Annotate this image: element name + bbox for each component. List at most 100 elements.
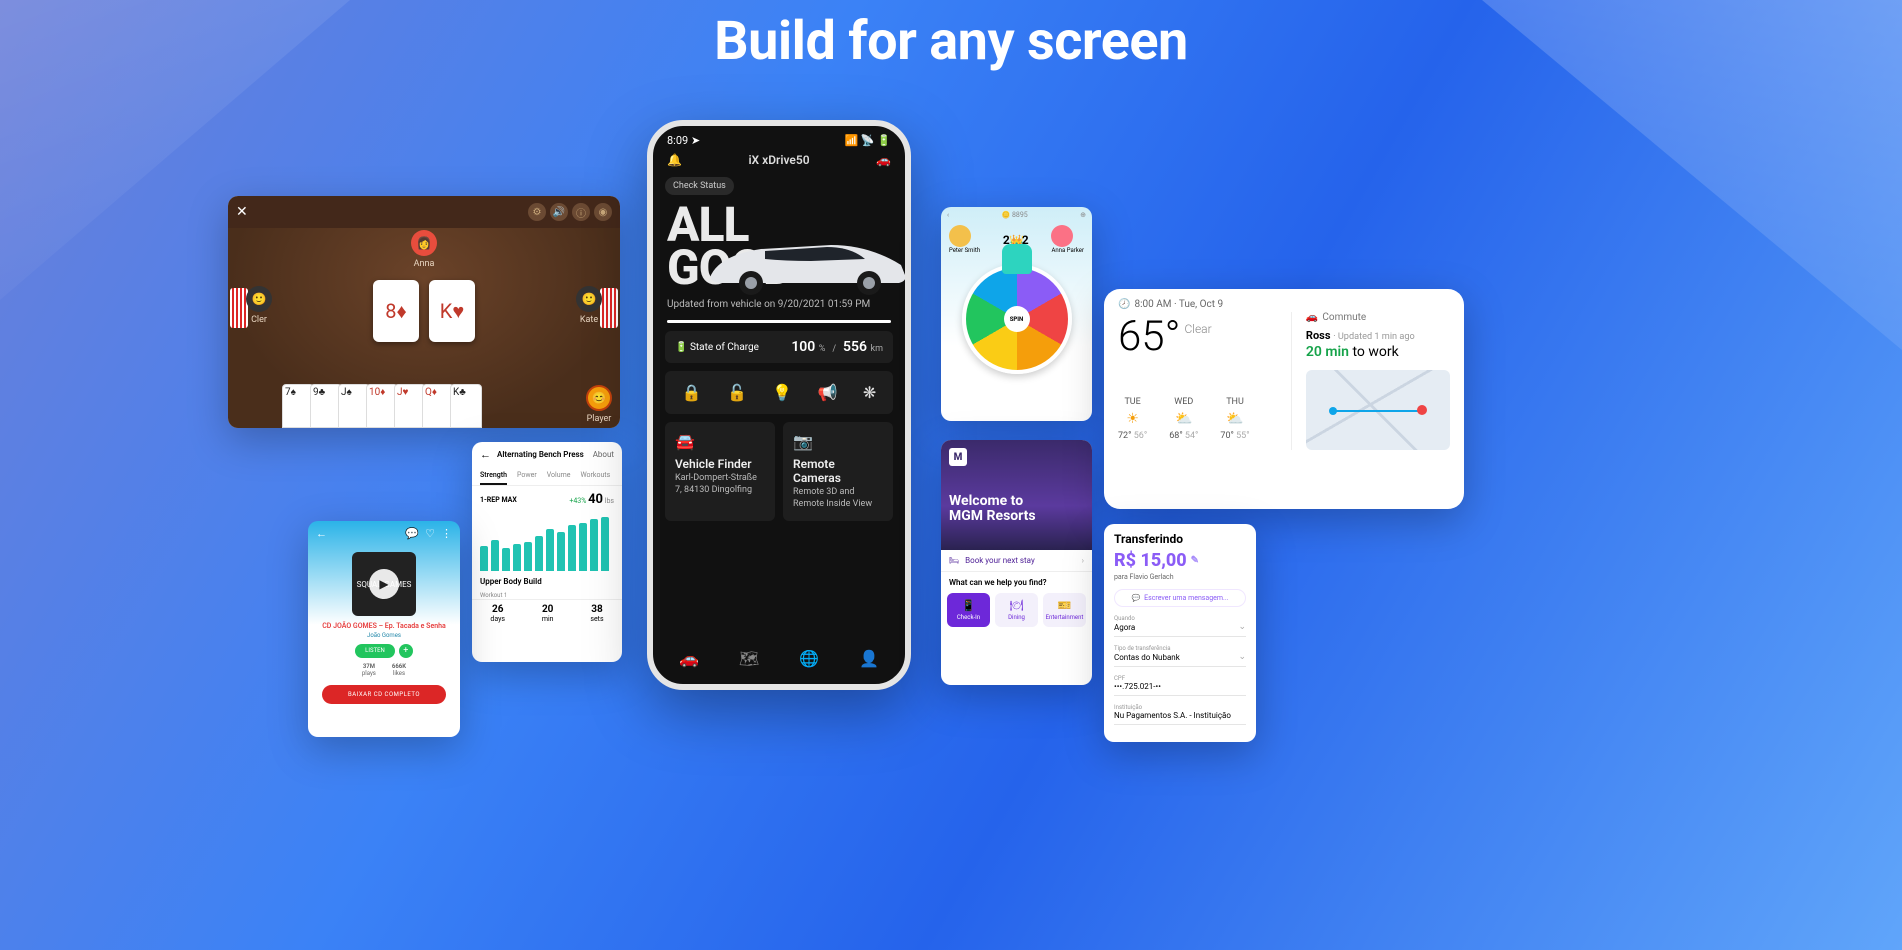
avatar [949, 225, 971, 247]
door-icon: 📱 [949, 599, 988, 612]
dining-icon: 🍽 [997, 599, 1036, 612]
stat-label: plays [362, 670, 376, 677]
player-name: Anna [411, 259, 437, 269]
clock-icon: 🕗 [1118, 299, 1130, 310]
chart-bar [601, 517, 609, 571]
back-icon[interactable]: ← [316, 527, 327, 540]
transfer-field[interactable]: QuandoAgora⌄ [1114, 615, 1246, 637]
hero: ALL GOOD [653, 199, 905, 293]
gear-icon[interactable]: ⚙ [528, 203, 546, 221]
track-title: CD JOÃO GOMES – Ep. Tacada e Senha [308, 620, 460, 632]
tab-power[interactable]: Power [517, 467, 537, 485]
player-hand[interactable]: 7♠ 9♣ J♠ 10♦ J♥ Q♦ K♣ [282, 384, 478, 428]
bmw-phone: 8:09 ➤ 📶 📡 🔋 🔔 iX xDrive50 🚗 Check Statu… [647, 120, 911, 690]
commute-label: Commute [1322, 312, 1366, 323]
download-button[interactable]: BAIXAR CD COMPLETO [322, 685, 446, 704]
field-label: Tipo de transferência [1114, 645, 1246, 652]
more-icon[interactable]: ⋮ [441, 527, 452, 540]
avatar: 😊 [586, 385, 612, 411]
chat-icon: 💬 [1131, 594, 1140, 602]
vehicle-finder-tile[interactable]: 🚘 Vehicle Finder Karl-Dompert-Straße 7, … [665, 422, 775, 520]
book-stay-row[interactable]: 🛏 Book your next stay › [941, 550, 1092, 572]
field-label: Quando [1114, 615, 1246, 622]
close-icon[interactable]: ✕ [236, 204, 248, 220]
center-cards: 8♦ K♥ [373, 280, 475, 342]
transfer-field[interactable]: Tipo de transferênciaContas do Nubank⌄ [1114, 645, 1246, 667]
hand-card[interactable]: K♣ [450, 384, 482, 428]
field-label: Instituição [1114, 704, 1246, 711]
tile-title: Remote Cameras [793, 457, 883, 485]
transfer-title: Transferindo [1114, 532, 1246, 546]
about-link[interactable]: About [593, 450, 614, 459]
message-input[interactable]: 💬Escrever uma mensagem... [1114, 589, 1246, 607]
temperature: 65° [1118, 312, 1180, 361]
chip-dining[interactable]: 🍽Dining [995, 593, 1038, 627]
welcome-line2: MGM Resorts [949, 508, 1036, 524]
info-icon[interactable]: ⓘ [572, 203, 590, 221]
status-icons: 📶 📡 🔋 [844, 134, 891, 147]
coin-icon: 🪙 [1002, 211, 1011, 219]
car-image [701, 225, 911, 297]
profile-icon[interactable]: 👤 [859, 649, 879, 668]
back-icon[interactable]: ‹ [947, 211, 949, 219]
chart-bar [535, 536, 543, 571]
location-icon: ➤ [691, 134, 700, 147]
stat-value: 20 [542, 604, 554, 615]
player-top: 👩 Anna [411, 230, 437, 269]
chat-icon[interactable]: 💬 [405, 527, 419, 540]
player-name: Kate [576, 315, 602, 325]
menu-icon[interactable]: ⊕ [1080, 211, 1086, 219]
fan-icon[interactable]: ❋ [863, 383, 876, 402]
heart-icon[interactable]: ♡ [425, 527, 435, 540]
commute-map[interactable] [1306, 370, 1450, 450]
avatar [1051, 225, 1073, 247]
player-me: 😊 Player [586, 385, 612, 424]
play-icon[interactable]: ▶ [369, 569, 399, 599]
unlock-icon[interactable]: 🔓 [727, 383, 747, 402]
stat-label: min [542, 615, 554, 623]
map-icon[interactable]: 🗺 [739, 649, 759, 668]
listen-button[interactable]: LISTEN [355, 644, 395, 658]
chevron-right-icon: › [1082, 556, 1084, 565]
globe-icon[interactable]: 🌐 [799, 649, 819, 668]
volume-icon[interactable]: 🔊 [550, 203, 568, 221]
status-time: 8:09 [667, 134, 688, 147]
check-status-chip[interactable]: Check Status [665, 177, 734, 195]
album-cover[interactable]: SQUAD GAMES ▶ [352, 552, 416, 616]
weather-panel: 65° Clear TUE☀72° 56° WED⛅68° 54° THU⛅70… [1118, 312, 1291, 450]
state-of-charge-card[interactable]: 🔋 State of Charge 100 % / 556 km [665, 331, 893, 363]
player-name: Player [586, 414, 612, 424]
chart-bar [546, 529, 554, 571]
eye-icon[interactable]: ◉ [594, 203, 612, 221]
add-button[interactable]: + [399, 644, 413, 658]
tab-volume[interactable]: Volume [547, 467, 571, 485]
car-outline-icon[interactable]: 🚗 [876, 153, 891, 167]
statusbar: 8:09 ➤ 📶 📡 🔋 [653, 126, 905, 147]
chip-entertainment[interactable]: 🎫Entertainment [1043, 593, 1086, 627]
player-name: Cler [246, 315, 272, 325]
eta-rest: to work [1349, 344, 1399, 360]
tile-sub: Karl-Dompert-Straße 7, 84130 Dingolfing [675, 473, 765, 496]
edit-icon[interactable]: ✎ [1191, 555, 1199, 566]
bell-icon[interactable]: 🔔 [667, 153, 682, 167]
transfer-field: CPF•••.725.021-•• [1114, 675, 1246, 696]
remote-cameras-tile[interactable]: 📷 Remote Cameras Remote 3D and Remote In… [783, 422, 893, 520]
cardgame-screen: ✕ ⚙ 🔊 ⓘ ◉ 👩 Anna 🙂 Cler 🙂 Kate 8♦ K♥ 7♠ … [228, 196, 620, 428]
soc-pct: 100 [791, 339, 815, 355]
tab-workouts[interactable]: Workouts [580, 467, 610, 485]
lock-icon[interactable]: 🔒 [682, 383, 702, 402]
tile-title: Vehicle Finder [675, 457, 765, 471]
cardgame-table: 👩 Anna 🙂 Cler 🙂 Kate 8♦ K♥ 7♠ 9♣ J♠ 10♦ … [228, 228, 620, 428]
exercise-title: Alternating Bench Press [497, 450, 584, 459]
headlight-icon[interactable]: 💡 [772, 383, 792, 402]
spin-button[interactable]: SPIN [1004, 306, 1030, 332]
tab-strength[interactable]: Strength [480, 467, 507, 485]
chip-checkin[interactable]: 📱Check-In [947, 593, 990, 627]
stat-label: likes [393, 670, 405, 677]
car-icon[interactable]: 🚗 [679, 649, 699, 668]
spin-wheel[interactable]: 👑 SPIN [962, 264, 1072, 374]
route-name: Ross [1306, 329, 1331, 342]
horn-icon[interactable]: 📢 [818, 383, 838, 402]
eta: 20 min [1306, 344, 1349, 360]
back-icon[interactable]: ← [480, 448, 491, 461]
